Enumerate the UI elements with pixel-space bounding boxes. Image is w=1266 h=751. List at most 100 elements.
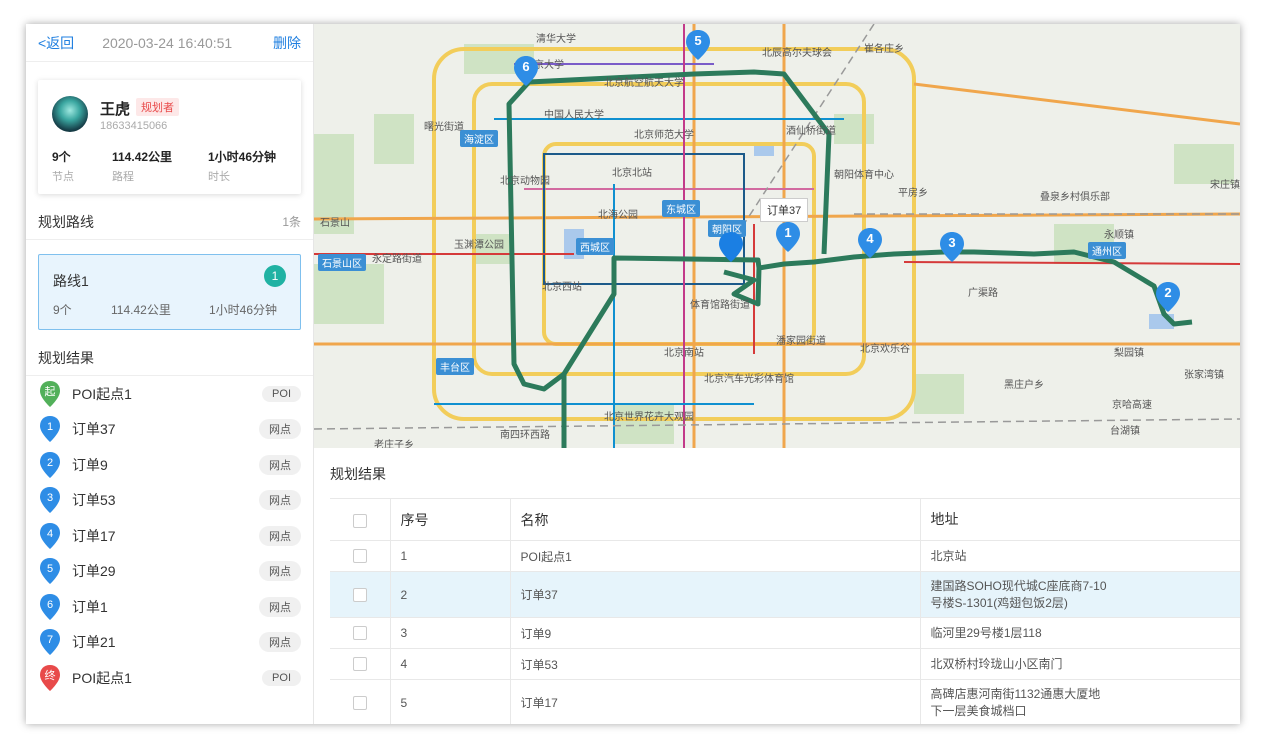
result-item-tag: 网点	[259, 490, 301, 511]
back-button[interactable]: <返回	[38, 33, 74, 53]
row-address: 建国路SOHO现代城C座底商7-10 号楼S-1301(鸡翅包饭2层)	[920, 571, 1240, 618]
map-label: 黑庄户乡	[1004, 380, 1044, 391]
result-item[interactable]: 终 POI起点1 POI	[38, 660, 301, 696]
result-item[interactable]: 2 订单9 网点	[38, 447, 301, 483]
marker-pin-icon: 1	[40, 416, 60, 443]
plan-stats: 9个 节点 114.42公里 路程 1小时46分钟 时长	[52, 148, 291, 184]
result-item-tag: 网点	[259, 419, 301, 440]
address-line: 号楼S-1301(鸡翅包饭2层)	[930, 595, 1068, 610]
result-item[interactable]: 7 订单21 网点	[38, 625, 301, 661]
row-checkbox[interactable]	[352, 549, 367, 564]
select-all-checkbox[interactable]	[352, 513, 367, 528]
map-label: 永顺镇	[1104, 230, 1134, 241]
address-line: 临河里29号楼1层118	[930, 625, 1042, 640]
route-nodes: 9个	[53, 303, 72, 317]
stat-value: 114.42公里	[112, 150, 173, 164]
row-name: 订单9	[510, 617, 921, 649]
result-item-tag: 网点	[259, 525, 301, 546]
row-name: 订单37	[510, 571, 921, 618]
address-line: 北双桥村玲珑山小区南门	[930, 656, 1063, 671]
row-checkbox[interactable]	[352, 626, 367, 641]
row-checkbox[interactable]	[352, 587, 367, 602]
map-pin-2[interactable]: 2	[1156, 282, 1180, 312]
role-badge: 规划者	[136, 98, 179, 116]
result-item[interactable]: 1 订单37 网点	[38, 412, 301, 448]
avatar	[52, 96, 88, 132]
marker-pin-icon: 3	[40, 487, 60, 514]
row-select-cell	[330, 540, 391, 572]
marker-pin-icon: 2	[40, 451, 60, 478]
routes-section-title: 规划路线	[38, 213, 94, 230]
map-label: 清华大学	[536, 34, 576, 45]
marker-label: 1	[47, 421, 53, 433]
row-select-cell	[330, 679, 391, 724]
route-map[interactable]: 清华大学 北京航空航天大学 中国人民大学 北京师范大学 北京北站 北京动物园 北…	[314, 24, 1240, 448]
result-item[interactable]: 5 订单29 网点	[38, 554, 301, 590]
route-badge: 1	[264, 265, 286, 287]
route-distance: 114.42公里	[111, 303, 171, 317]
district-label: 通州区	[1088, 242, 1126, 259]
stat-value: 1小时46分钟	[208, 150, 277, 164]
stat-label: 时长	[208, 171, 230, 183]
result-item-name: 订单53	[72, 492, 116, 509]
select-all-cell	[330, 498, 391, 541]
route-card[interactable]: 路线1 1 9个 114.42公里 1小时46分钟	[38, 254, 301, 330]
marker-pin-icon: 起	[40, 380, 60, 407]
col-header-name: 名称	[510, 498, 921, 541]
stat-distance: 114.42公里 路程	[112, 148, 208, 184]
result-item[interactable]: 4 订单17 网点	[38, 518, 301, 554]
table-row[interactable]: 1 POI起点1 北京站	[330, 540, 1240, 572]
marker-label: 起	[45, 385, 56, 398]
map-pin-3[interactable]: 3	[940, 232, 964, 262]
address-line: 高碑店惠河南街1132通惠大厦地	[930, 686, 1101, 701]
result-item[interactable]: 6 订单1 网点	[38, 589, 301, 625]
row-checkbox[interactable]	[352, 695, 367, 710]
row-select-cell	[330, 571, 391, 618]
table-row[interactable]: 2 订单37 建国路SOHO现代城C座底商7-10 号楼S-1301(鸡翅包饭2层)	[330, 571, 1240, 618]
row-checkbox[interactable]	[352, 657, 367, 672]
delete-button[interactable]: 删除	[273, 33, 301, 53]
marker-pin-icon: 5	[40, 558, 60, 585]
row-address: 高碑店惠河南街1132通惠大厦地 下一层美食城档口	[920, 679, 1240, 724]
map-label: 体育馆路街道	[690, 300, 750, 311]
row-name: 订单17	[510, 679, 921, 724]
district-label: 西城区	[576, 238, 614, 255]
marker-label: 6	[47, 599, 53, 611]
result-item-tag: POI	[262, 669, 301, 686]
row-name: 订单53	[510, 648, 921, 680]
stat-value: 9个	[52, 150, 71, 164]
marker-pin-icon: 终	[40, 664, 60, 691]
map-label: 北海公园	[598, 210, 638, 221]
result-item-name: POI起点1	[72, 669, 132, 686]
stat-nodes: 9个 节点	[52, 148, 112, 184]
row-select-cell	[330, 617, 391, 649]
marker-label: 终	[45, 668, 56, 682]
table-row[interactable]: 4 订单53 北双桥村玲珑山小区南门	[330, 648, 1240, 680]
map-label: 宋庄镇	[1210, 180, 1240, 191]
table-row[interactable]: 5 订单17 高碑店惠河南街1132通惠大厦地 下一层美食城档口	[330, 679, 1240, 724]
map-pin-4[interactable]: 4	[858, 228, 882, 258]
map-pin-5[interactable]: 5	[686, 30, 710, 60]
map-label: 北京航空航天大学	[604, 78, 684, 89]
table-row[interactable]: 3 订单9 临河里29号楼1层118	[330, 617, 1240, 649]
result-item[interactable]: 起 POI起点1 POI	[38, 376, 301, 412]
map-location-pin[interactable]	[719, 232, 743, 262]
map-pin-1[interactable]: 1	[776, 222, 800, 252]
address-line: 建国路SOHO现代城C座底商7-10	[930, 578, 1107, 593]
row-no: 4	[390, 648, 511, 680]
map-pin-6[interactable]: 6	[514, 56, 538, 86]
planner-card: 王虎 规划者 18633415066 9个 节点 114.42公里 路程 1小时…	[38, 80, 301, 194]
planner-name: 王虎	[100, 101, 131, 118]
result-item-name: 订单37	[72, 421, 116, 438]
col-header-address: 地址	[920, 498, 1240, 541]
map-label: 北京汽车光彩体育馆	[704, 374, 794, 385]
row-address: 临河里29号楼1层118	[920, 617, 1240, 649]
marker-label: 3	[47, 492, 53, 504]
pin-number: 1	[784, 225, 792, 240]
map-label: 朝阳体育中心	[834, 170, 894, 181]
pin-number: 3	[948, 235, 956, 250]
result-item-name: POI起点1	[72, 385, 132, 402]
plan-timestamp: 2020-03-24 16:40:51	[102, 34, 233, 51]
map-label: 北辰高尔夫球会	[762, 48, 832, 59]
result-item[interactable]: 3 订单53 网点	[38, 483, 301, 519]
